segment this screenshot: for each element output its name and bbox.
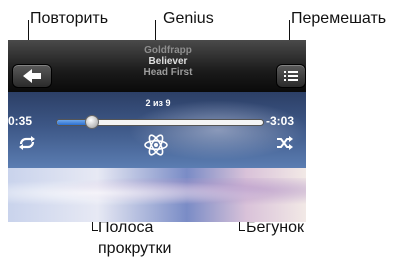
track-count: 2 из 9 — [145, 98, 171, 108]
callout-scrub-bar-pointer-tick — [92, 230, 98, 231]
album-artwork-detail — [8, 178, 306, 208]
album-name: Head First — [143, 67, 193, 78]
track-list-button[interactable] — [276, 64, 306, 88]
now-playing-header: Goldfrapp Believer Head First — [8, 40, 306, 92]
track-list-icon — [284, 71, 298, 81]
callout-shuffle-label: Перемешать — [291, 10, 387, 27]
now-playing-screen: Goldfrapp Believer Head First 2 из 9 0:3… — [8, 40, 306, 222]
back-button[interactable] — [12, 64, 52, 88]
callout-repeat-label: Повторить — [30, 10, 109, 27]
shuffle-icon[interactable] — [276, 136, 294, 150]
callout-genius-label: Genius — [163, 10, 214, 27]
callout-playhead-pointer-tick — [239, 230, 245, 231]
elapsed-time: 0:35 — [8, 114, 33, 128]
callout-scrub-bar-label-line2: прокрутки — [98, 240, 172, 257]
album-artwork — [8, 168, 306, 222]
genius-atom-icon[interactable] — [143, 132, 169, 158]
playhead[interactable] — [85, 115, 99, 129]
song-title: Believer — [148, 56, 188, 67]
track-info: Goldfrapp Believer Head First — [68, 45, 268, 78]
back-arrow-icon — [23, 69, 41, 83]
repeat-icon[interactable] — [18, 136, 36, 150]
remaining-time: -3:03 — [266, 114, 295, 128]
artist-name: Goldfrapp — [144, 45, 192, 56]
